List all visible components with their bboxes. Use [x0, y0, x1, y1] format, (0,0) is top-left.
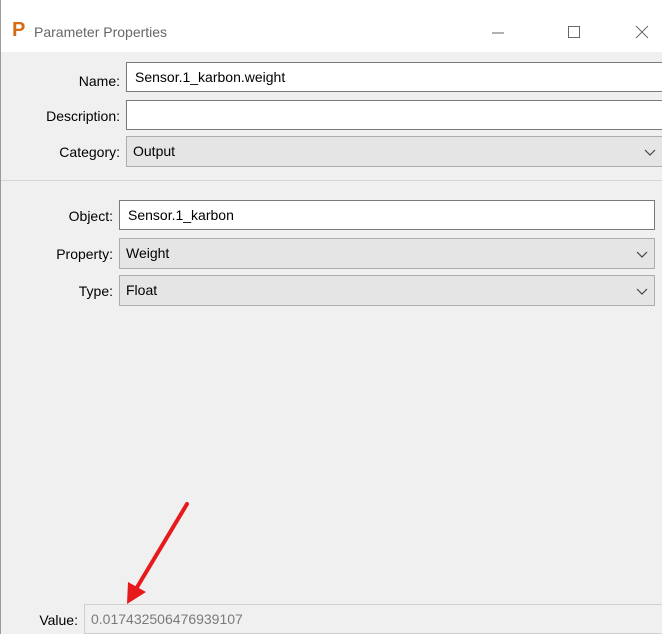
chevron-down-icon [636, 251, 648, 258]
type-value: Float [126, 282, 158, 298]
category-dropdown[interactable]: Output [126, 136, 662, 167]
property-value: Weight [126, 245, 170, 261]
name-label: Name: [78, 73, 120, 89]
chevron-down-icon [644, 149, 656, 156]
minimize-button[interactable] [475, 14, 521, 50]
description-input[interactable] [126, 100, 662, 130]
app-p-icon: P [12, 19, 26, 41]
title-bar[interactable]: P Parameter Properties [1, 0, 662, 52]
type-dropdown[interactable]: Float [119, 275, 655, 306]
maximize-button[interactable] [551, 14, 597, 50]
close-icon [635, 25, 649, 39]
value-label: Value: [39, 612, 78, 628]
value-readout: 0.017432506476939107 [84, 604, 662, 634]
chevron-down-icon [636, 288, 648, 295]
close-button[interactable] [619, 14, 662, 50]
maximize-icon [568, 26, 580, 38]
section-divider [1, 180, 662, 181]
category-label: Category: [59, 144, 120, 160]
minimize-icon [492, 32, 504, 34]
property-label: Property: [56, 246, 113, 262]
object-input[interactable]: Sensor.1_karbon [119, 200, 655, 230]
description-label: Description: [46, 108, 120, 124]
type-label: Type: [78, 283, 113, 299]
object-label: Object: [68, 208, 113, 224]
category-value: Output [133, 143, 176, 159]
parameter-properties-window: P Parameter Properties Name: Sensor.1_ka… [0, 0, 662, 634]
name-input[interactable]: Sensor.1_karbon.weight [126, 62, 662, 92]
property-dropdown[interactable]: Weight [119, 238, 655, 269]
window-title: Parameter Properties [34, 24, 168, 40]
